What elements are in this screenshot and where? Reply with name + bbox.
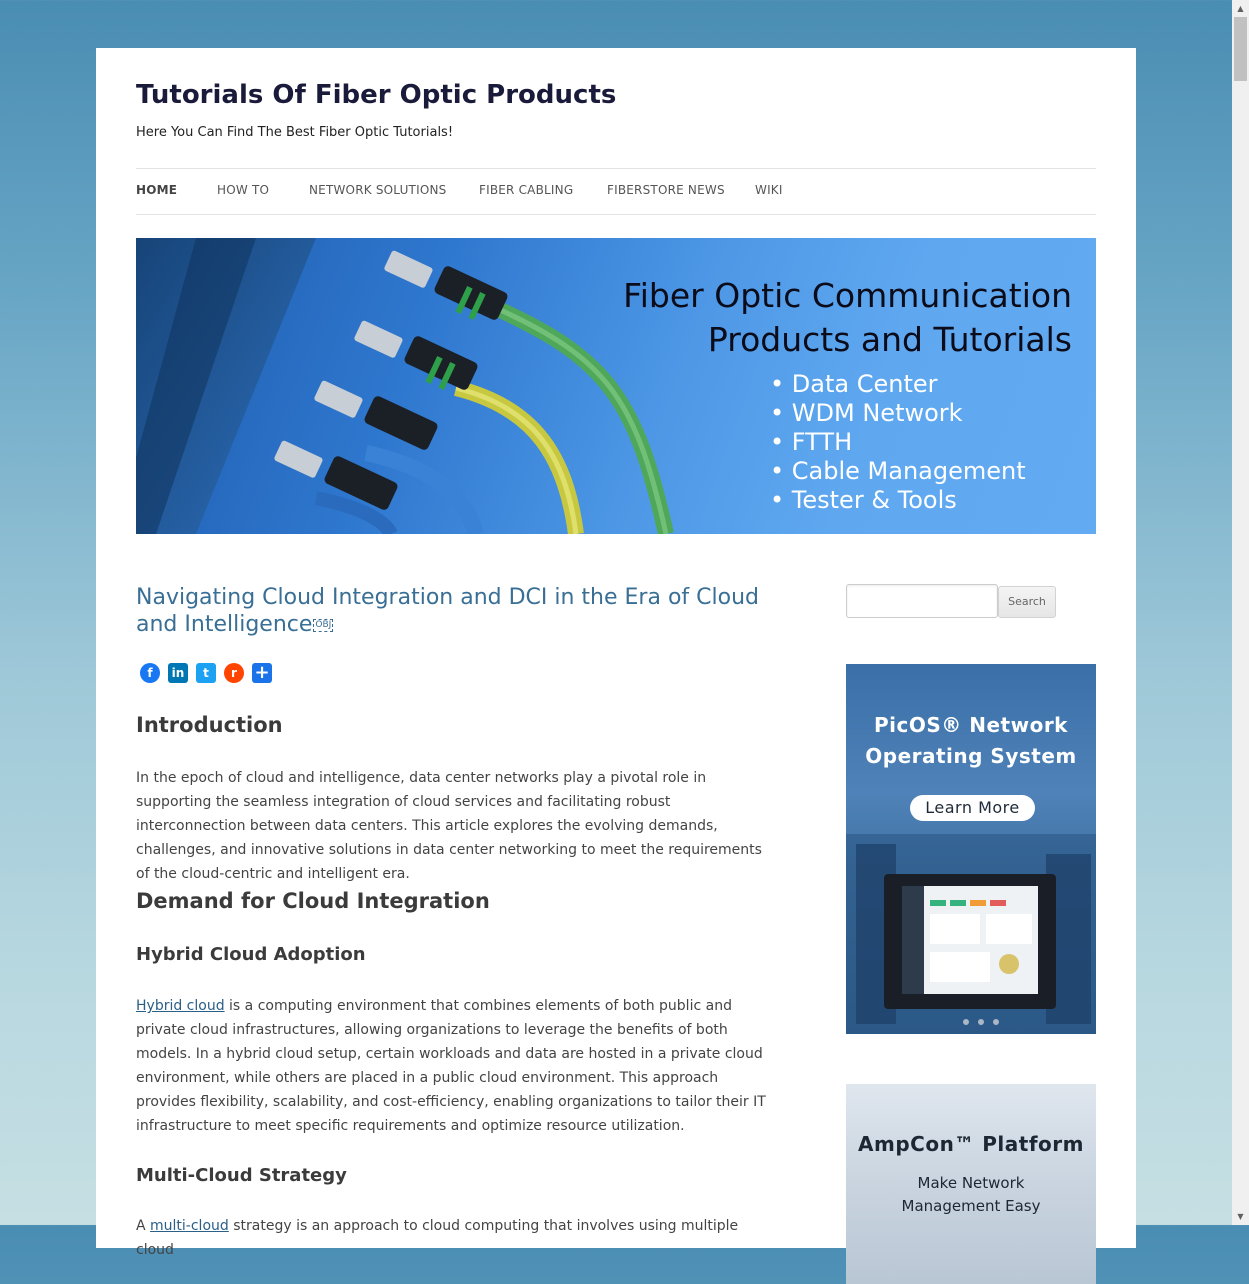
- site-title[interactable]: Tutorials Of Fiber Optic Products: [136, 80, 616, 110]
- ampcon-ad-subtitle-line1: Make Network: [917, 1174, 1025, 1192]
- heading-introduction: Introduction: [136, 713, 283, 737]
- banner-topic-item: Tester & Tools: [770, 486, 1026, 515]
- paragraph-hybrid-cloud: Hybrid cloud is a computing environment …: [136, 994, 766, 1138]
- paragraph-introduction: In the epoch of cloud and intelligence, …: [136, 770, 762, 882]
- banner-title: Fiber Optic Communication Products and T…: [623, 274, 1072, 362]
- banner-topic-item: Data Center: [770, 370, 1026, 399]
- scroll-down-arrow-icon[interactable]: ▼: [1232, 1208, 1249, 1225]
- learn-more-button[interactable]: Learn More: [910, 795, 1035, 821]
- facebook-icon[interactable]: f: [140, 663, 160, 683]
- twitter-icon[interactable]: t: [196, 663, 216, 683]
- picos-ad-title-line1: PicOS® Network: [874, 713, 1068, 737]
- scrollbar-thumb[interactable]: [1234, 17, 1247, 81]
- heading-hybrid-cloud-adoption: Hybrid Cloud Adoption: [136, 944, 366, 965]
- nav-item-wiki[interactable]: Wiki: [755, 183, 783, 197]
- nav-item-fiberstore-news[interactable]: Fiberstore News: [607, 183, 725, 197]
- ampcon-ad-subtitle-line2: Management Easy: [901, 1197, 1041, 1215]
- scroll-up-arrow-icon[interactable]: ▲: [1232, 0, 1249, 17]
- ampcon-ad-subtitle: Make Network Management Easy: [846, 1172, 1096, 1218]
- search-input[interactable]: [846, 584, 998, 618]
- search-button[interactable]: Search: [998, 586, 1056, 618]
- banner-topic-item: FTTH: [770, 428, 1026, 457]
- banner-title-line2: Products and Tutorials: [707, 320, 1072, 359]
- hybrid-cloud-link[interactable]: Hybrid cloud: [136, 998, 225, 1014]
- site-tagline: Here You Can Find The Best Fiber Optic T…: [136, 125, 454, 140]
- banner-title-line1: Fiber Optic Communication: [623, 276, 1072, 315]
- header-banner: Fiber Optic Communication Products and T…: [136, 238, 1096, 534]
- nav-item-network-solutions[interactable]: Network Solutions: [309, 183, 446, 197]
- share-plus-icon[interactable]: +: [252, 663, 272, 683]
- banner-topic-item: WDM Network: [770, 399, 1026, 428]
- banner-topic-list: Data Center WDM Network FTTH Cable Manag…: [770, 370, 1026, 515]
- picos-ad-title-line2: Operating System: [865, 744, 1077, 768]
- reddit-icon[interactable]: r: [224, 663, 244, 683]
- hybrid-cloud-text: is a computing environment that combines…: [136, 998, 766, 1134]
- ampcon-ad-banner[interactable]: AmpCon™ Platform Make Network Management…: [846, 1084, 1096, 1284]
- multi-cloud-prefix: A: [136, 1218, 151, 1234]
- page-container: Tutorials Of Fiber Optic Products Here Y…: [96, 48, 1136, 1284]
- paragraph-multi-cloud: A multi-cloud strategy is an approach to…: [136, 1214, 766, 1262]
- main-nav: Home How To Network Solutions Fiber Cabl…: [136, 168, 1096, 215]
- object-marker: OBJ: [313, 618, 334, 632]
- vertical-scrollbar[interactable]: ▲ ▼: [1232, 0, 1249, 1225]
- nav-item-fiber-cabling[interactable]: Fiber Cabling: [479, 183, 573, 197]
- nav-item-how-to[interactable]: How To: [217, 183, 269, 197]
- article-title-text[interactable]: Navigating Cloud Integration and DCI in …: [136, 585, 759, 637]
- ampcon-ad-title: AmpCon™ Platform: [858, 1132, 1084, 1156]
- nav-item-home[interactable]: Home: [136, 183, 177, 197]
- heading-demand-cloud-integration: Demand for Cloud Integration: [136, 889, 490, 913]
- multi-cloud-link[interactable]: multi-cloud: [150, 1218, 229, 1234]
- linkedin-icon[interactable]: in: [168, 663, 188, 683]
- article-title[interactable]: Navigating Cloud Integration and DCI in …: [136, 584, 776, 638]
- banner-topic-item: Cable Management: [770, 457, 1026, 486]
- picos-ad-title: PicOS® Network Operating System: [846, 710, 1096, 772]
- picos-ad-banner[interactable]: PicOS® Network Operating System Learn Mo…: [846, 664, 1096, 1034]
- heading-multi-cloud-strategy: Multi-Cloud Strategy: [136, 1165, 347, 1186]
